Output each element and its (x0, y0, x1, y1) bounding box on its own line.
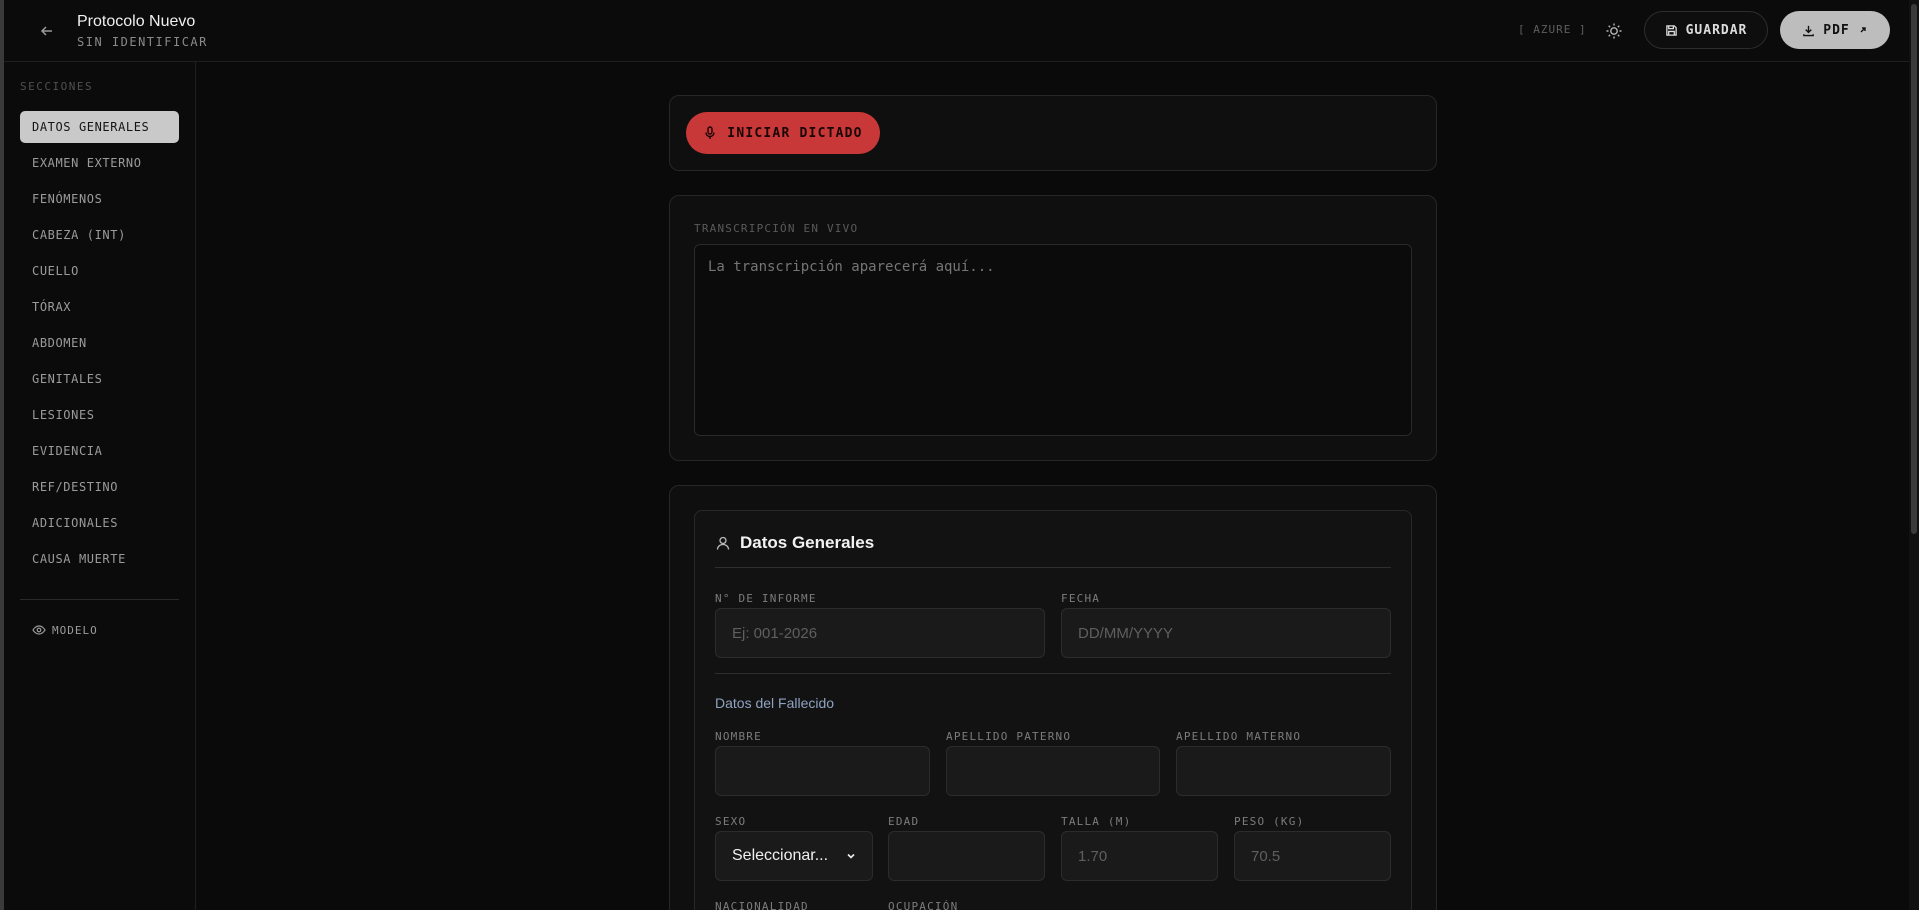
report-number-input[interactable] (715, 608, 1045, 658)
pdf-button[interactable]: PDF (1780, 11, 1890, 49)
age-label: EDAD (888, 815, 920, 828)
sidebar-heading: SECCIONES (20, 80, 94, 93)
pdf-button-label: PDF (1823, 22, 1850, 38)
report-number-label: N° DE INFORME (715, 592, 817, 605)
transcript-card: TRANSCRIPCIÓN EN VIVO (669, 195, 1437, 461)
sidebar: SECCIONES DATOS GENERALES EXAMEN EXTERNO… (4, 62, 196, 910)
paternal-surname-input[interactable] (946, 746, 1160, 796)
date-input[interactable] (1061, 608, 1391, 658)
sidebar-item-cabeza[interactable]: CABEZA (INT) (20, 219, 179, 251)
start-dictation-label: INICIAR DICTADO (727, 125, 863, 141)
section-title: Datos Generales (740, 533, 875, 552)
transcript-label: TRANSCRIPCIÓN EN VIVO (694, 222, 859, 235)
maternal-surname-input[interactable] (1176, 746, 1391, 796)
dictation-card: INICIAR DICTADO (669, 95, 1437, 171)
occupation-label: OCUPACIÓN (888, 900, 959, 910)
title-block: Protocolo Nuevo SIN IDENTIFICAR (77, 13, 208, 49)
sidebar-item-evidencia[interactable]: EVIDENCIA (20, 435, 179, 467)
model-button-label: MODELO (52, 623, 98, 637)
sidebar-item-lesiones[interactable]: LESIONES (20, 399, 179, 431)
subsection-title: Datos del Fallecido (715, 695, 835, 711)
page-subtitle: SIN IDENTIFICAR (77, 35, 208, 49)
top-bar: Protocolo Nuevo SIN IDENTIFICAR [ AZURE … (4, 0, 1909, 62)
sidebar-item-fenomenos[interactable]: FENÓMENOS (20, 183, 179, 215)
nationality-label: NACIONALIDAD (715, 900, 809, 910)
sidebar-item-cuello[interactable]: CUELLO (20, 255, 179, 287)
sidebar-item-datos-generales[interactable]: DATOS GENERALES (20, 111, 179, 143)
sex-select[interactable]: Seleccionar... (715, 831, 873, 881)
start-dictation-button[interactable]: INICIAR DICTADO (686, 112, 880, 154)
page-scrollbar[interactable] (1909, 0, 1919, 910)
sidebar-nav: DATOS GENERALES EXAMEN EXTERNO FENÓMENOS… (20, 111, 179, 579)
sidebar-item-torax[interactable]: TÓRAX (20, 291, 179, 323)
sidebar-item-causa-muerte[interactable]: CAUSA MUERTE (20, 543, 179, 575)
save-button[interactable]: GUARDAR (1644, 11, 1768, 49)
paternal-surname-label: APELLIDO PATERNO (946, 730, 1072, 743)
model-button[interactable]: MODELO (32, 623, 98, 637)
section-divider (715, 567, 1391, 568)
download-icon (1803, 25, 1815, 36)
chevron-down-icon (847, 853, 855, 859)
maternal-surname-label: APELLIDO MATERNO (1176, 730, 1302, 743)
weight-input[interactable] (1234, 831, 1391, 881)
external-link-icon (1860, 27, 1866, 33)
sidebar-item-genitales[interactable]: GENITALES (20, 363, 179, 395)
first-name-label: NOMBRE (715, 730, 762, 743)
sidebar-item-adicionales[interactable]: ADICIONALES (20, 507, 179, 539)
save-icon (1665, 24, 1677, 36)
save-button-label: GUARDAR (1685, 22, 1748, 38)
general-data-card: Datos Generales N° DE INFORME FECHA Dato… (669, 485, 1437, 910)
user-icon (716, 536, 730, 550)
sex-select-value: Seleccionar... (732, 847, 829, 864)
page-title: Protocolo Nuevo (77, 13, 196, 30)
first-name-input[interactable] (715, 746, 930, 796)
subsection-divider (715, 673, 1391, 674)
sidebar-divider (20, 599, 179, 600)
back-button[interactable] (34, 18, 60, 44)
sidebar-item-abdomen[interactable]: ABDOMEN (20, 327, 179, 359)
transcript-textarea[interactable] (694, 244, 1412, 436)
theme-toggle-button[interactable] (1600, 17, 1628, 45)
height-input[interactable] (1061, 831, 1218, 881)
sex-label: SEXO (715, 815, 747, 828)
sun-icon (1606, 23, 1622, 39)
microphone-icon (705, 126, 715, 139)
sidebar-item-examen-externo[interactable]: EXAMEN EXTERNO (20, 147, 179, 179)
provider-badge: [ AZURE ] (1518, 23, 1587, 36)
weight-label: PESO (KG) (1234, 815, 1305, 828)
height-label: TALLA (M) (1061, 815, 1132, 828)
sidebar-item-ref-destino[interactable]: REF/DESTINO (20, 471, 179, 503)
date-label: FECHA (1061, 592, 1101, 605)
age-input[interactable] (888, 831, 1045, 881)
arrow-left-icon (40, 26, 52, 36)
general-data-panel: Datos Generales N° DE INFORME FECHA Dato… (694, 510, 1412, 910)
eye-icon (32, 625, 46, 635)
scrollbar-thumb[interactable] (1911, 4, 1917, 534)
section-header: Datos Generales (715, 533, 874, 553)
